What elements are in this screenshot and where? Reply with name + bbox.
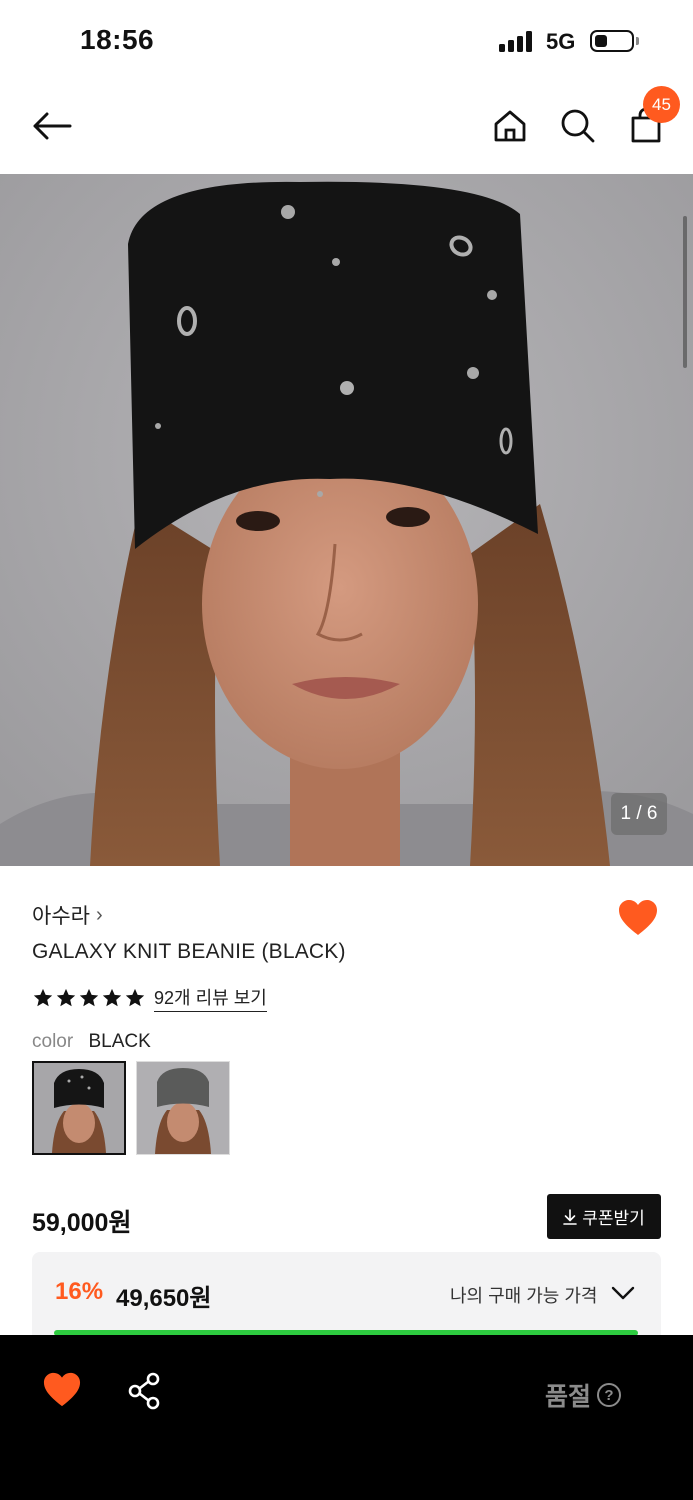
- chevron-right-icon: ›: [95, 903, 103, 926]
- heart-icon: [619, 900, 657, 935]
- arrow-left-icon: [33, 112, 72, 140]
- cart-count-badge: 45: [643, 86, 680, 123]
- color-row: color BLACK: [32, 1031, 151, 1053]
- chevron-down-icon[interactable]: [610, 1282, 636, 1304]
- bottom-wishlist-button[interactable]: [42, 1371, 82, 1409]
- color-swatch-black[interactable]: [32, 1061, 126, 1155]
- rating-row: 92개 리뷰 보기: [32, 984, 267, 1012]
- color-label: color: [32, 1031, 74, 1052]
- star-icon: [56, 988, 76, 1007]
- coupon-button[interactable]: 쿠폰받기: [547, 1194, 661, 1239]
- product-image-carousel[interactable]: [0, 174, 693, 866]
- coupon-button-label: 쿠폰받기: [582, 1209, 645, 1228]
- status-time: 18:56: [80, 24, 155, 55]
- selected-color: BLACK: [88, 1031, 151, 1052]
- download-icon: [563, 1208, 578, 1225]
- star-icon: [125, 988, 145, 1007]
- wishlist-button[interactable]: [617, 898, 659, 938]
- home-button[interactable]: [488, 102, 532, 150]
- soldout-label: 품절: [545, 1383, 592, 1411]
- black-beanie-thumbnail: [34, 1063, 124, 1153]
- discount-rate: 16%: [55, 1278, 104, 1305]
- share-icon: [128, 1372, 160, 1410]
- star-icon: [33, 988, 53, 1007]
- share-button[interactable]: [126, 1371, 164, 1411]
- original-price: 59,000원: [32, 1209, 132, 1237]
- reviews-link[interactable]: 92개 리뷰 보기: [154, 984, 267, 1012]
- top-nav-bar: [0, 80, 693, 174]
- discount-price: 49,650원: [116, 1285, 212, 1312]
- my-price-label: 나의 구매 가능 가격: [450, 1286, 598, 1306]
- heart-icon: [43, 1372, 81, 1407]
- star-icon: [79, 988, 99, 1007]
- brand-link[interactable]: 아수라 ›: [32, 900, 103, 930]
- rating-stars: [32, 987, 146, 1009]
- home-icon: [494, 110, 526, 142]
- cellular-signal-icon: [499, 30, 535, 52]
- network-type: 5G: [546, 29, 576, 54]
- brand-name: 아수라: [32, 905, 90, 928]
- image-page-indicator: 1 / 6: [611, 793, 667, 835]
- search-button[interactable]: [556, 102, 600, 150]
- help-icon[interactable]: ?: [597, 1383, 622, 1407]
- scrollbar[interactable]: [683, 216, 687, 368]
- back-button[interactable]: [28, 104, 76, 148]
- product-photo: [0, 174, 693, 866]
- color-swatch-grey[interactable]: [136, 1061, 230, 1155]
- soldout-status: 품절 ?: [545, 1377, 622, 1413]
- bottom-action-bar: 품절 ?: [0, 1335, 693, 1500]
- grey-beanie-thumbnail: [137, 1062, 229, 1154]
- status-bar: 18:56 5G: [0, 0, 693, 80]
- star-icon: [102, 988, 122, 1007]
- battery-icon: [590, 30, 634, 52]
- product-title: GALAXY KNIT BEANIE (BLACK): [32, 940, 346, 963]
- search-icon: [561, 109, 595, 143]
